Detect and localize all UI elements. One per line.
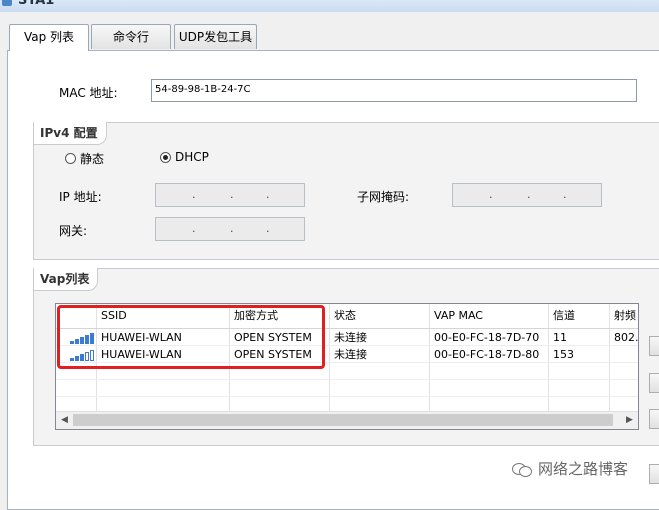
subnet-dot-2: .: [527, 188, 531, 201]
title-bar: STA1: [0, 0, 659, 12]
header-status[interactable]: 状态: [330, 304, 430, 328]
header-ssid[interactable]: SSID: [97, 304, 230, 328]
subnet-mask-field[interactable]: . . .: [452, 183, 602, 207]
radio-static-label: 静态: [80, 152, 105, 166]
signal-full-icon: [70, 332, 96, 344]
tab-udp-tool[interactable]: UDP发包工具: [174, 24, 257, 49]
ssid-cell: HUAWEI-WLAN: [97, 329, 230, 345]
status-cell: 未连接: [330, 329, 430, 345]
subnet-dot-1: .: [489, 188, 493, 201]
gateway-dot-3: .: [266, 222, 270, 235]
ip-address-field[interactable]: . . .: [155, 183, 305, 207]
channel-cell: 153: [549, 346, 610, 362]
radio-dhcp-label: DHCP: [175, 150, 209, 164]
watermark-text: 网络之路博客: [538, 460, 629, 478]
table-header: SSID 加密方式 状态 VAP MAC 信道 射频: [56, 304, 638, 329]
tab-command-line[interactable]: 命令行: [91, 24, 171, 49]
table-row-empty: [56, 380, 638, 397]
side-button-1[interactable]: [649, 336, 659, 356]
side-button-4[interactable]: [649, 464, 659, 484]
ssid-cell: HUAWEI-WLAN: [97, 346, 230, 362]
vap-table[interactable]: SSID 加密方式 状态 VAP MAC 信道 射频 HUAWEI-WLAN O…: [55, 303, 639, 430]
header-radio[interactable]: 射频: [610, 304, 638, 328]
enc-cell: OPEN SYSTEM: [230, 329, 330, 345]
gateway-dot-1: .: [192, 222, 196, 235]
radio-cell: [610, 346, 638, 362]
gateway-label: 网关:: [59, 224, 88, 238]
vap-group-title: Vap列表: [34, 268, 99, 291]
header-signal: [56, 304, 97, 328]
mac-cell: 00-E0-FC-18-7D-80: [430, 346, 549, 362]
table-row[interactable]: HUAWEI-WLAN OPEN SYSTEM 未连接 00-E0-FC-18-…: [56, 329, 638, 346]
side-button-3[interactable]: [649, 409, 659, 429]
signal-partial-icon: [70, 349, 96, 361]
header-encryption[interactable]: 加密方式: [230, 304, 330, 328]
enc-cell: OPEN SYSTEM: [230, 346, 330, 362]
mac-field[interactable]: 54-89-98-1B-24-7C: [151, 79, 637, 102]
ip-dot-2: .: [230, 188, 234, 201]
window-title: STA1: [18, 0, 55, 8]
radio-dhcp-indicator: [160, 151, 171, 163]
subnet-dot-3: .: [563, 188, 567, 201]
scroll-right-icon[interactable]: ▶: [621, 412, 638, 429]
ipv4-group-title: IPv4 配置: [34, 122, 107, 145]
wechat-icon: [512, 461, 532, 477]
mac-label: MAC 地址:: [59, 86, 118, 100]
table-row-empty: [56, 363, 638, 380]
ip-dot-3: .: [266, 188, 270, 201]
ip-dot-1: .: [192, 188, 196, 201]
scrollbar-thumb[interactable]: [73, 414, 613, 426]
radio-dhcp[interactable]: DHCP: [160, 150, 209, 164]
app-icon: [2, 0, 12, 6]
tab-vap-list[interactable]: Vap 列表: [9, 24, 89, 51]
status-cell: 未连接: [330, 346, 430, 362]
signal-cell: [56, 346, 97, 362]
radio-static[interactable]: 静态: [65, 150, 104, 167]
channel-cell: 11: [549, 329, 610, 345]
signal-cell: [56, 329, 97, 345]
radio-static-indicator: [65, 153, 76, 164]
scroll-left-icon[interactable]: ◀: [56, 412, 73, 429]
subnet-label: 子网掩码:: [357, 190, 410, 204]
side-button-2[interactable]: [649, 373, 659, 393]
gateway-field[interactable]: . . .: [155, 217, 305, 241]
ip-label: IP 地址:: [59, 190, 102, 204]
radio-cell: 802.: [614, 331, 639, 344]
horizontal-scrollbar[interactable]: ◀ ▶: [56, 411, 638, 429]
table-row[interactable]: HUAWEI-WLAN OPEN SYSTEM 未连接 00-E0-FC-18-…: [56, 346, 638, 363]
watermark: 网络之路博客: [512, 458, 628, 479]
header-vap-mac[interactable]: VAP MAC: [430, 304, 549, 328]
gateway-dot-2: .: [230, 222, 234, 235]
mac-cell: 00-E0-FC-18-7D-70: [430, 329, 549, 345]
header-channel[interactable]: 信道: [549, 304, 610, 328]
